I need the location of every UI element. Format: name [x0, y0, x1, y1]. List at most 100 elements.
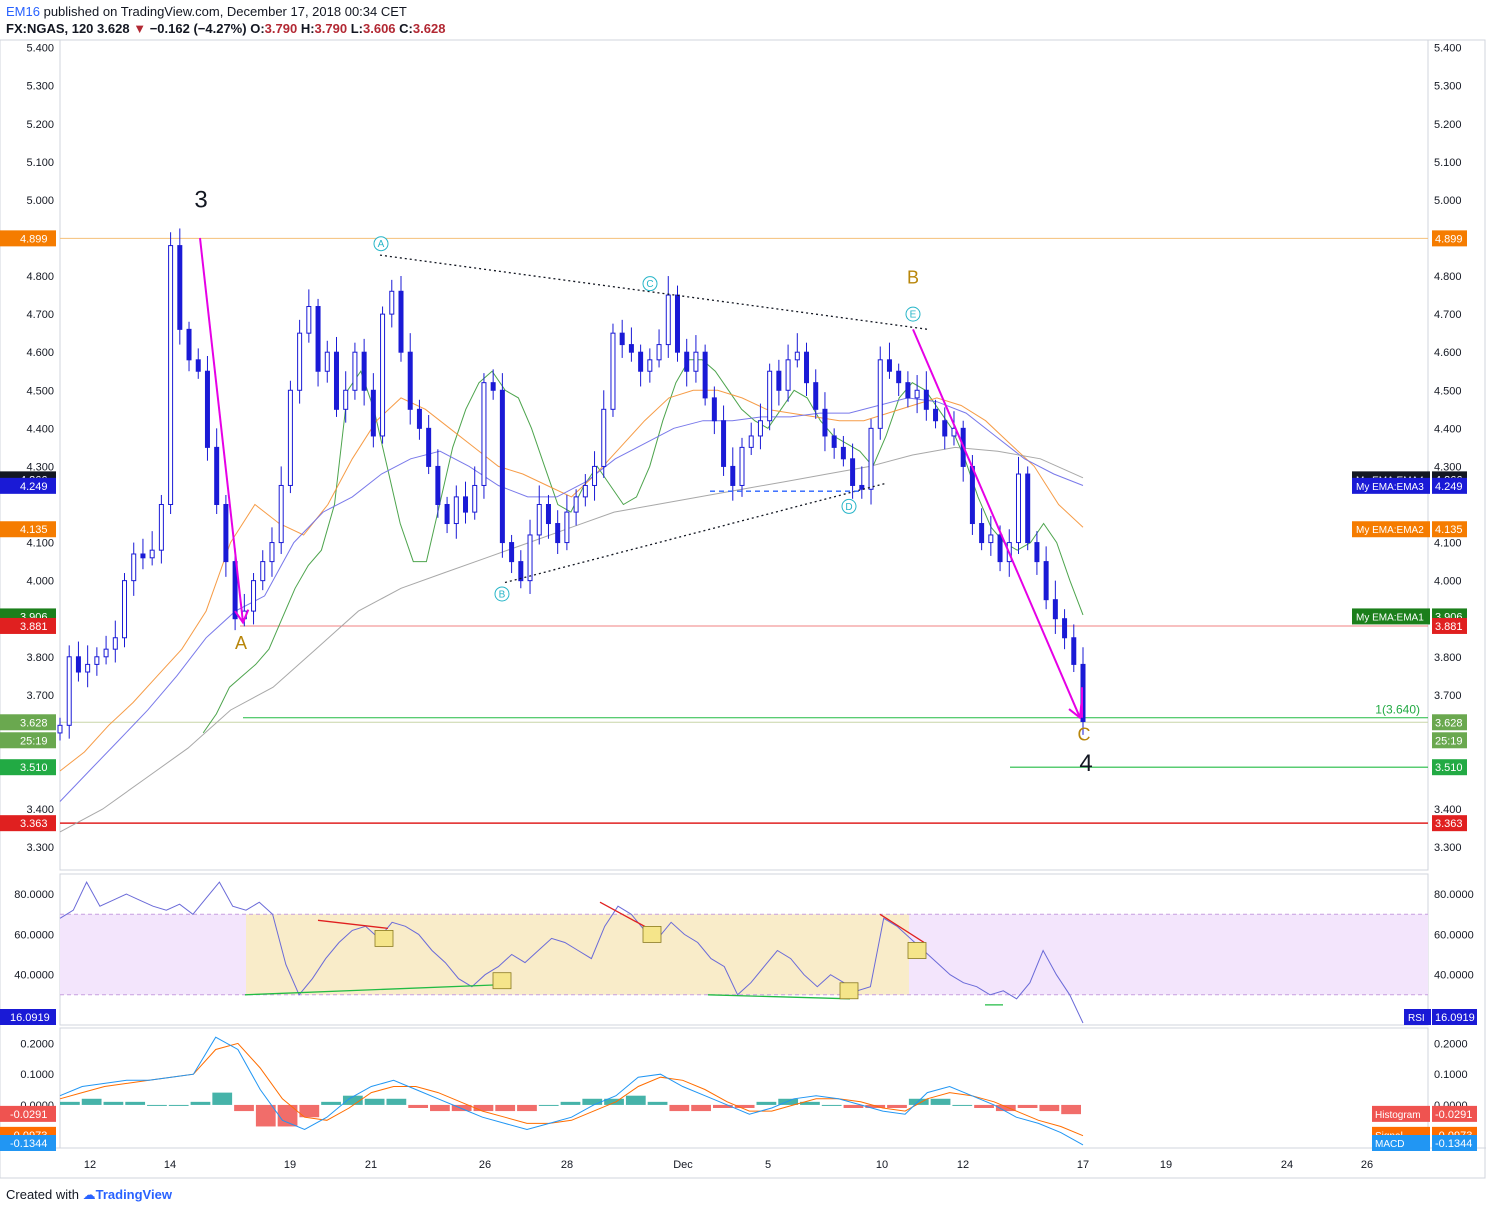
rsi-tick-left: 40.0000 [14, 970, 54, 982]
price-tick-right: 4.700 [1434, 309, 1462, 321]
candle-body [804, 351, 810, 384]
candle-body [850, 458, 856, 486]
candle-body [702, 351, 708, 399]
macd-tick-right: 0.2000 [1434, 1038, 1468, 1050]
rsi-range-box [246, 914, 909, 995]
candle-body [573, 496, 579, 513]
macd-histogram-bar [168, 1104, 189, 1106]
price-label-right: 4.135 [1435, 524, 1463, 536]
price-tick-right: 3.700 [1434, 690, 1462, 702]
price-label-left: 3.881 [20, 621, 48, 633]
candle-body [536, 503, 542, 536]
price-tick-right: 3.800 [1434, 652, 1462, 664]
candle-body [592, 465, 598, 486]
candle-body [278, 484, 284, 544]
chart-canvas[interactable]: 5.400 5.400 5.300 5.300 5.200 5.200 5.100 5.100… [0, 0, 1486, 1213]
candle-body [979, 523, 985, 544]
price-tick-right: 5.100 [1434, 157, 1462, 169]
macd-histogram-bar [560, 1101, 581, 1105]
price-tick-right: 5.400 [1434, 43, 1462, 55]
rsi-tick-right: 60.0000 [1434, 929, 1474, 941]
candle-body [776, 370, 782, 391]
macd-histogram-bar [952, 1104, 973, 1106]
macd-tick-left: 0.1000 [20, 1069, 54, 1081]
macd-histogram-bar [691, 1104, 711, 1112]
candle-body [370, 389, 376, 437]
price-label-right: 3.628 [1435, 717, 1463, 729]
price-tick-right: 4.100 [1434, 538, 1462, 550]
price-tick-right: 5.300 [1434, 81, 1462, 93]
candle-body [122, 580, 128, 639]
macd-histogram-bar [103, 1101, 124, 1105]
price-tick-right: 5.000 [1434, 195, 1462, 207]
macd-tick-left: 0.2000 [20, 1038, 54, 1050]
candle-body [868, 427, 874, 490]
time-tick: Dec [673, 1159, 693, 1171]
wave-4-label: 4 [1079, 750, 1092, 777]
candle-body [619, 332, 625, 346]
price-label-right: 3.510 [1435, 762, 1463, 774]
rsi-signal-box [907, 942, 927, 959]
time-tick: 5 [765, 1159, 771, 1171]
price-tick-left: 3.700 [26, 690, 54, 702]
price-label-left: 25:19 [20, 735, 48, 747]
candle-body [1071, 637, 1077, 665]
macd-histogram-bar [887, 1104, 907, 1108]
price-label-left: 4.249 [20, 481, 48, 493]
candle-body [416, 408, 422, 429]
candle-body [407, 351, 413, 410]
signal-line [59, 1042, 1084, 1137]
triangle-upper-line [379, 254, 929, 331]
price-tick-left: 5.100 [26, 157, 54, 169]
candle-body [499, 389, 505, 544]
price-tick-right: 4.400 [1434, 423, 1462, 435]
footer: Created with ☁TradingView [6, 1187, 172, 1203]
wave-b-label: B [907, 268, 919, 288]
macd-histogram-bar [625, 1095, 646, 1105]
price-tick-right: 5.200 [1434, 119, 1462, 131]
candle-body [674, 294, 680, 353]
candle-body [158, 503, 164, 551]
time-tick: 21 [365, 1159, 377, 1171]
time-tick: 19 [284, 1159, 296, 1171]
rsi-signal-box [642, 926, 662, 943]
time-tick: 17 [1077, 1159, 1089, 1171]
macd-legend: MACD [1375, 1139, 1404, 1150]
candle-body [665, 294, 671, 346]
wave-c-arrow [912, 328, 1081, 719]
macd-histogram-bar [60, 1101, 80, 1105]
price-tick-left: 4.500 [26, 385, 54, 397]
candle-body [831, 435, 837, 448]
macd-histogram-bar [974, 1104, 994, 1108]
price-tick-right: 4.000 [1434, 576, 1462, 588]
macd-histogram-bar [81, 1098, 102, 1105]
price-tick-right: 3.300 [1434, 842, 1462, 854]
price-label-left: 3.628 [20, 717, 48, 729]
candle-body [444, 503, 450, 525]
tradingview-brand[interactable]: TradingView [96, 1187, 172, 1202]
candle-body [75, 656, 81, 673]
candle-body [933, 408, 939, 422]
macd-histogram-bar [756, 1101, 777, 1105]
price-tick-left: 4.000 [26, 576, 54, 588]
candle-body [149, 549, 155, 559]
candle-body [923, 389, 929, 410]
candle-body [1052, 599, 1058, 620]
price-tick-left: 5.200 [26, 119, 54, 131]
candle-body [426, 427, 432, 467]
candle-body [306, 306, 312, 334]
price-tick-left: 4.100 [26, 538, 54, 550]
tradingview-logo-icon[interactable]: ☁ [83, 1187, 96, 1202]
macd-histogram-bar [930, 1098, 951, 1105]
candle-body [905, 382, 911, 399]
macd-histogram-bar [821, 1104, 842, 1106]
candle-body [693, 351, 699, 372]
candle-body [1034, 542, 1040, 563]
time-tick: 26 [1361, 1159, 1373, 1171]
price-tick-left: 5.300 [26, 81, 54, 93]
time-tick: 14 [164, 1159, 176, 1171]
candle-body [389, 290, 395, 315]
candle-body [186, 328, 192, 361]
candle-body [85, 663, 91, 673]
candle-body [969, 465, 975, 525]
